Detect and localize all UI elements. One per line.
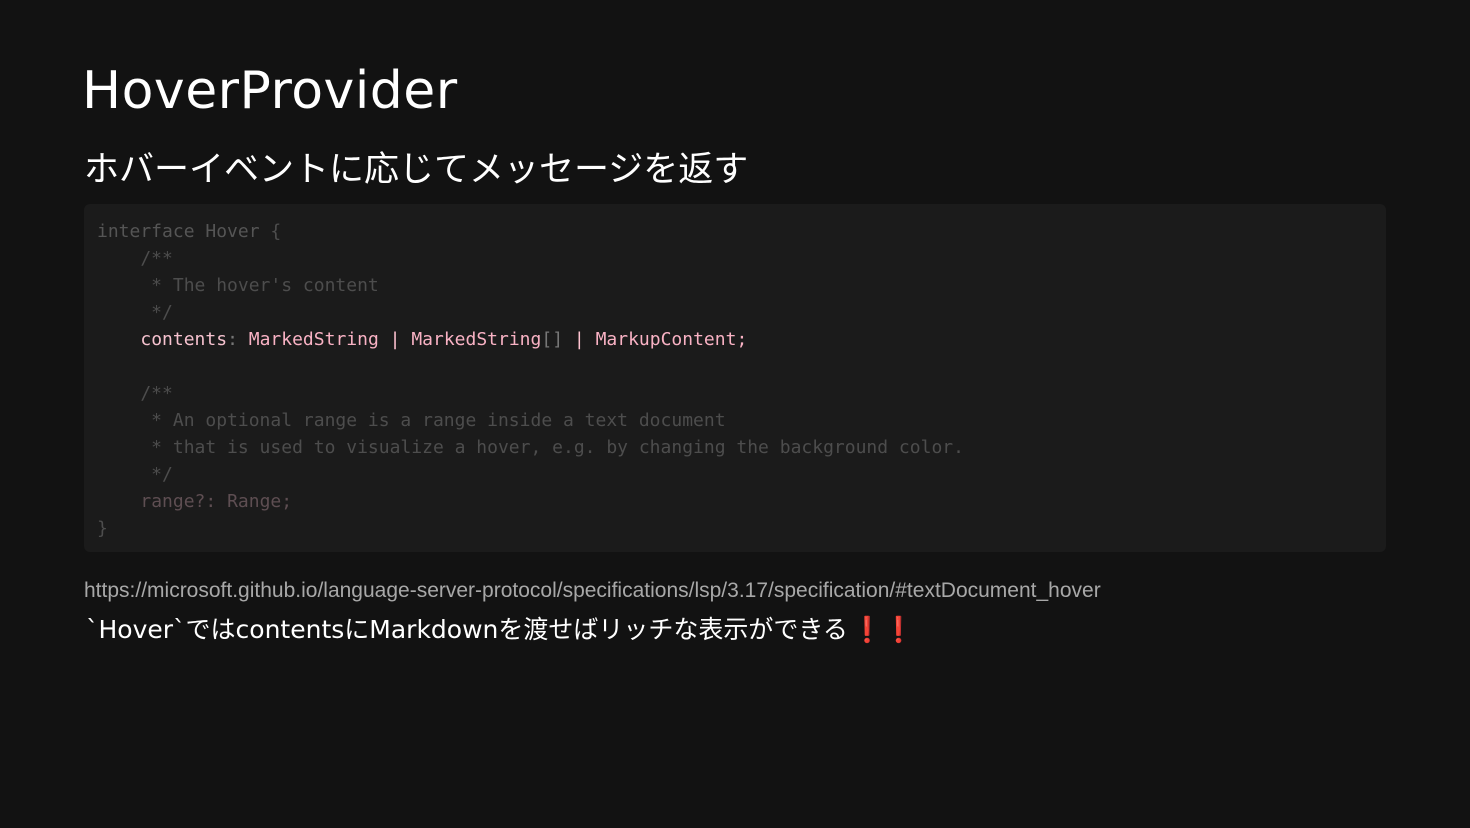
code-type-markedstring-array: MarkedString: [411, 329, 542, 350]
code-brace-close: }: [97, 518, 108, 539]
code-comment-content: * An optional range is a range inside a …: [97, 410, 726, 431]
code-prop-contents: contents: [140, 329, 228, 350]
code-prop-range: range?:: [140, 491, 228, 512]
code-colon: :: [227, 329, 249, 350]
code-brace-open: {: [270, 221, 282, 242]
code-union-op: |: [563, 329, 596, 350]
code-comment-start: /**: [97, 383, 173, 404]
code-comment-start: /**: [97, 248, 173, 269]
code-comment-content: * that is used to visualize a hover, e.g…: [97, 437, 964, 458]
note-body: `Hover`ではcontentsにMarkdownを渡せばリッチな表示ができる: [86, 615, 848, 644]
note-text: `Hover`ではcontentsにMarkdownを渡せばリッチな表示ができる…: [86, 612, 914, 648]
exclamation-icon: ❗❗: [851, 615, 915, 644]
spec-link[interactable]: https://microsoft.github.io/language-ser…: [84, 576, 1101, 606]
code-line-contents: contents: MarkedString | MarkedString[] …: [97, 326, 1386, 353]
code-union-op: |: [378, 329, 412, 350]
code-keyword: interface: [97, 221, 195, 242]
code-comment-end: */: [97, 302, 173, 323]
code-array-brackets: []: [541, 329, 564, 350]
code-type-markupcontent: MarkupContent;: [595, 329, 748, 350]
code-line-interface: interface Hover {: [97, 218, 1386, 245]
code-type-markedstring: MarkedString: [248, 329, 379, 350]
code-comment-end: */: [97, 464, 173, 485]
slide-title: HoverProvider: [82, 61, 458, 121]
code-type-range: Range;: [227, 491, 293, 512]
code-block: interface Hover { /** * The hover's cont…: [84, 204, 1386, 552]
code-comment-content: * The hover's content: [97, 275, 379, 296]
code-interface-name: Hover: [194, 221, 271, 242]
slide-subtitle: ホバーイベントに応じてメッセージを返す: [84, 150, 749, 190]
code-line-range: range?: Range;: [97, 488, 1386, 515]
